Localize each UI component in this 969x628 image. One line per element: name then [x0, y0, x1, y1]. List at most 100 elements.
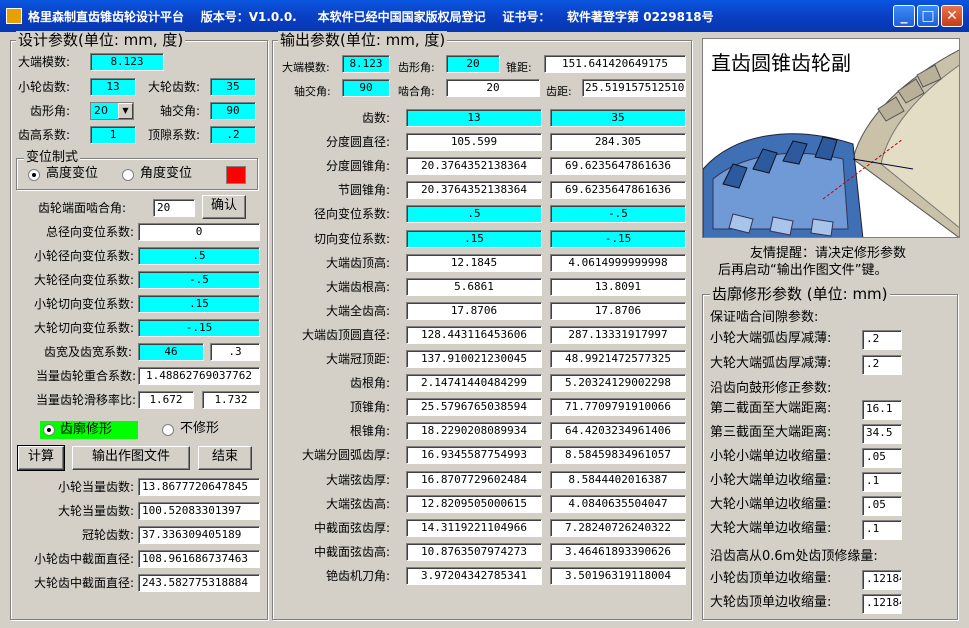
profile-param-input[interactable]: .121845 — [862, 594, 902, 614]
addendum-coef-input[interactable]: 1 — [90, 126, 136, 144]
output-row-pinion: 20.3764352138364 — [406, 181, 542, 200]
shift-coef-input[interactable]: .15 — [138, 295, 260, 313]
reminder-line-2: 后再启动“输出作图文件”键。 — [718, 263, 888, 278]
profile-param-label: 大轮齿顶单边收缩量: — [710, 595, 832, 610]
facewidth-coef-input[interactable]: .3 — [210, 343, 260, 361]
output-row-gear: 35 — [550, 109, 686, 127]
output-row-label: 大端齿根高: — [325, 279, 390, 294]
output-row-label: 大端冠顶距: — [325, 352, 390, 366]
output-row-label: 铯齿机刀角: — [325, 568, 390, 583]
close-button[interactable]: ✕ — [941, 5, 963, 27]
output-row-pinion: 25.5796765038594 — [406, 398, 542, 417]
output-row-pinion: 137.910021230045 — [406, 350, 542, 368]
z1-label: 小轮齿数: — [18, 80, 71, 94]
out-module-output: 8.123 — [342, 55, 390, 73]
output-row-label: 中截面弦齿厚: — [313, 520, 390, 535]
equivalent-output: 108.961686737463 — [138, 550, 260, 568]
minimize-button[interactable]: _ — [893, 5, 915, 27]
output-row-gear: 69.6235647861636 — [550, 181, 686, 200]
output-row-pinion: 13 — [406, 109, 542, 127]
output-row-label: 分度圆锥角: — [325, 159, 390, 174]
z1-input[interactable]: 13 — [90, 78, 136, 96]
output-row-label: 分度圆直径: — [325, 135, 390, 150]
profile-param-input[interactable]: .1 — [862, 520, 902, 540]
clearance-coef-label: 顶隙系数: — [148, 128, 201, 142]
output-row-gear: 71.7709791910066 — [550, 398, 686, 417]
profile-param-input[interactable]: .1 — [862, 472, 902, 492]
equivalent-output: 100.52083301397 — [138, 502, 260, 520]
pressure-angle-select[interactable]: 20 ▼ — [90, 102, 134, 120]
out-pitch-label: 齿距: — [546, 85, 572, 98]
shift-coef-input[interactable]: -.15 — [138, 319, 260, 337]
output-row-label: 中截面弦齿高: — [313, 544, 390, 559]
profile-param-input[interactable]: .05 — [862, 448, 902, 468]
profile-param-label: 大轮大端弧齿厚减薄: — [710, 356, 832, 371]
out-mesh-label: 啮合角: — [398, 85, 435, 98]
modify-on-radio[interactable] — [43, 424, 55, 436]
profile-param-input[interactable]: .121845 — [862, 570, 902, 590]
output-row-pinion: 12.1845 — [406, 253, 542, 272]
out-pressure-label: 齿形角: — [398, 61, 435, 74]
out-cone-distance-output: 151.641420649175 — [544, 55, 686, 73]
output-row-gear: 17.8706 — [550, 301, 686, 320]
contact-ratio-output: 1.48862769037762 — [138, 367, 260, 385]
calculate-button[interactable]: 计算 — [17, 445, 65, 471]
pressure-angle-value: 20 — [94, 104, 108, 117]
output-row-pinion: 12.8209505000615 — [406, 494, 542, 513]
profile-param-label: 小轮大端弧齿厚减薄: — [710, 331, 832, 346]
profile-param-input[interactable]: 16.1 — [862, 400, 902, 420]
output-row-label: 径向变位系数: — [313, 207, 390, 222]
profile-modification-title: 齿廓修形参数 (单位: mm) — [710, 285, 890, 303]
slide-ratio-label: 当量齿轮滑移率比: — [35, 393, 136, 407]
output-params-title: 输出参数(单位: mm, 度) — [278, 31, 448, 49]
facewidth-label: 齿宽及齿宽系数: — [43, 345, 132, 359]
shift-coef-input[interactable]: .5 — [138, 247, 260, 265]
out-shaft-output: 90 — [342, 79, 390, 97]
small-gear-shape — [703, 133, 864, 237]
equivalent-output: 13.8677720647845 — [138, 478, 260, 496]
profile-param-label: 小轮大端单边收缩量: — [710, 473, 832, 488]
out-shaft-label: 轴交角: — [294, 85, 331, 98]
maximize-button[interactable]: □ — [917, 5, 939, 27]
end-mesh-input[interactable]: 20 — [153, 199, 195, 217]
end-button[interactable]: 结束 — [198, 446, 252, 470]
app-icon — [6, 8, 22, 24]
output-row-label: 大端分圆弧齿厚: — [301, 448, 390, 463]
profile-param-input[interactable]: 34.5 — [862, 424, 902, 444]
shift-angle-radio[interactable] — [122, 169, 134, 181]
profile-param-label: 小轮齿顶单边收缩量: — [710, 571, 832, 586]
profile-param-input[interactable]: .2 — [862, 355, 902, 375]
output-row-gear: 13.8091 — [550, 277, 686, 296]
output-row-gear: 69.6235647861636 — [550, 157, 686, 176]
z2-input[interactable]: 35 — [210, 78, 256, 96]
output-row-label: 大端弦齿高: — [325, 496, 390, 511]
shaft-angle-input[interactable]: 90 — [210, 102, 256, 120]
output-drawing-file-button[interactable]: 输出作图文件 — [72, 446, 190, 470]
output-row-gear: 3.46461893390626 — [550, 542, 686, 561]
output-row-pinion: .15 — [406, 229, 542, 248]
shift-coef-input[interactable]: 0 — [138, 223, 260, 241]
chevron-down-icon[interactable]: ▼ — [118, 103, 133, 119]
profile-param-input[interactable]: .2 — [862, 330, 902, 350]
module-label: 大端模数: — [18, 55, 71, 69]
shift-height-label: 高度变位 — [46, 166, 99, 181]
equivalent-label: 小轮齿中截面直径: — [33, 552, 134, 566]
output-row-gear: 8.5844402016387 — [550, 470, 686, 489]
output-row-gear: -.5 — [550, 205, 686, 224]
clearance-coef-input[interactable]: .2 — [210, 126, 256, 144]
output-row-gear: 4.0840635504047 — [550, 494, 686, 513]
module-input[interactable]: 8.123 — [90, 53, 164, 71]
output-row-gear: 3.50196319118004 — [550, 566, 686, 585]
shift-height-radio[interactable] — [28, 169, 40, 181]
profile-param-input[interactable]: .05 — [862, 496, 902, 516]
design-params-title: 设计参数(单位: mm, 度) — [16, 31, 186, 49]
modify-off-radio[interactable] — [162, 424, 174, 436]
facewidth-input[interactable]: 46 — [138, 343, 204, 361]
modify-on-option[interactable]: 齿廓修形 — [40, 421, 138, 439]
output-row-gear: 48.9921472577325 — [550, 350, 686, 368]
end-mesh-label: 齿轮端面啮合角: — [38, 201, 127, 215]
shift-angle-label: 角度变位 — [140, 166, 193, 181]
status-indicator — [226, 166, 246, 184]
confirm-button[interactable]: 确认 — [202, 195, 246, 219]
shift-coef-input[interactable]: -.5 — [138, 271, 260, 289]
